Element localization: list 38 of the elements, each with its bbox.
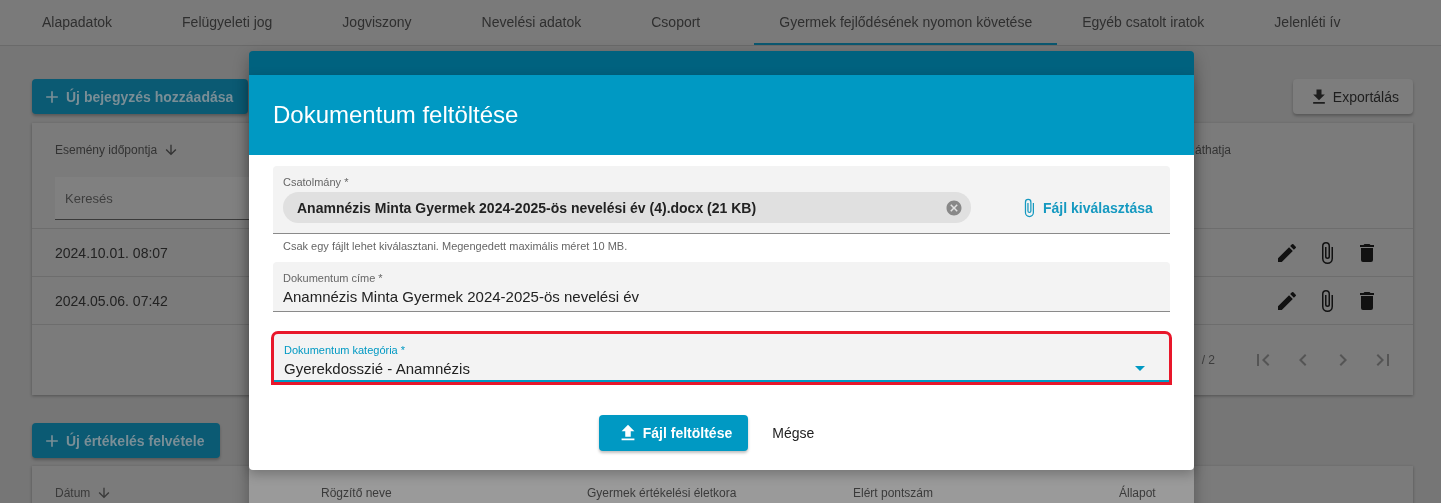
column-header[interactable]: Elért pontszám: [830, 486, 1096, 500]
column-header[interactable]: Rögzítő neve: [298, 486, 564, 500]
caret-icon: [1135, 366, 1145, 371]
choose-file-button[interactable]: Fájl kiválasztása: [1019, 197, 1153, 218]
column-header[interactable]: Dátum: [32, 485, 298, 501]
file-name: Anamnézis Minta Gyermek 2024-2025-ös nevelési év (4).docx (21 KB): [297, 199, 757, 216]
field-label: Csatolmány *: [283, 176, 350, 188]
column-header[interactable]: áthatja: [1195, 143, 1232, 157]
table-cell-text: 2024.10.01. 08:07: [54, 244, 168, 261]
page-range-text: / 2: [1201, 353, 1215, 367]
add-evaluation-button[interactable]: Új értékelés felvétele: [32, 423, 220, 458]
tab[interactable]: Nevelési adatok: [446, 0, 617, 45]
field-label: Dokumentum címe *: [283, 272, 384, 284]
table-cell-text: 2024.05.06. 07:42: [54, 292, 168, 309]
file-chip[interactable]: Anamnézis Minta Gyermek 2024-2025-ös nevelési év (4).docx (21 KB): [283, 192, 971, 223]
tab[interactable]: Csoport: [616, 0, 736, 45]
tab[interactable]: Jogviszony: [307, 0, 447, 45]
category-dropdown[interactable]: Dokumentum kategória * Gyerekdosszié - Anamnézis: [274, 334, 1169, 382]
search-field[interactable]: Keresés: [55, 177, 250, 220]
column-header[interactable]: Gyermek értékelési életkora: [564, 486, 830, 500]
tab[interactable]: Jelenléti ív: [1239, 0, 1376, 45]
tab[interactable]: Gyermek fejlődésének nyomon követése: [754, 0, 1058, 45]
column-header[interactable]: Esemény időpontja: [32, 142, 1195, 158]
dialog-title: Dokumentum feltöltése: [273, 101, 519, 129]
remove-icon[interactable]: [945, 198, 963, 217]
tab[interactable]: Alapadatok: [7, 0, 148, 45]
field-label: Dokumentum kategória *: [284, 344, 407, 356]
upload-button[interactable]: Fájl feltöltése: [598, 415, 749, 451]
attachment-field[interactable]: Csatolmány * Anamnézis Minta Gyermek 2024-2025-ös nevelési év (4).docx (21 KB) Fájl kiválasztása: [273, 166, 1170, 234]
field-value: Gyerekdosszié - Anamnézis: [284, 360, 470, 377]
title-field[interactable]: Dokumentum címe * Anamnézis Minta Gyermek 2024-2025-ös nevelési év: [273, 262, 1170, 312]
export-button[interactable]: Exportálás: [1292, 79, 1413, 114]
add-entry-button[interactable]: Új bejegyzés hozzáadása: [32, 79, 249, 114]
hint-text: Csak egy fájlt lehet kiválasztani. Megengedett maximális méret 10 MB.: [282, 239, 629, 254]
field-value: Anamnézis Minta Gyermek 2024-2025-ös nevelési év: [283, 288, 639, 305]
column-header[interactable]: Állapot: [1096, 486, 1362, 500]
tab[interactable]: Felügyeleti jog: [147, 0, 308, 45]
cancel-button[interactable]: Mégse: [758, 415, 829, 451]
